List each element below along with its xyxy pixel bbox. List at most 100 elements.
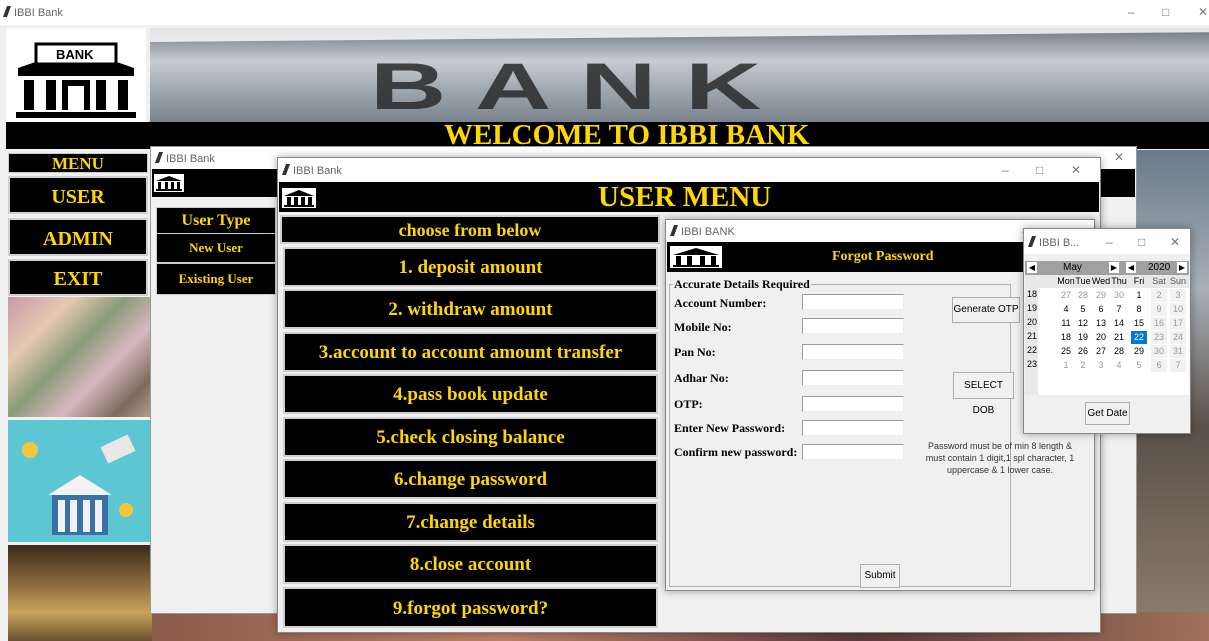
- prev-month-icon[interactable]: ◀: [1027, 262, 1037, 273]
- day-cell[interactable]: 3: [1093, 359, 1109, 372]
- day-cell[interactable]: 6: [1151, 359, 1167, 372]
- pan-label: Pan No:: [674, 345, 716, 359]
- admin-button[interactable]: ADMIN: [8, 218, 148, 256]
- bank-building-icon: [284, 190, 314, 207]
- pan-field[interactable]: [802, 344, 904, 360]
- day-cell[interactable]: 6: [1093, 303, 1109, 316]
- close-icon[interactable]: ✕: [1170, 235, 1180, 249]
- generate-otp-button[interactable]: Generate OTP: [952, 297, 1020, 323]
- day-cell[interactable]: 21: [1111, 331, 1127, 344]
- new-password-field[interactable]: [802, 420, 904, 436]
- exit-button[interactable]: EXIT: [8, 259, 148, 296]
- user-menu-header-bar: USER MENU: [279, 181, 1099, 213]
- day-cell[interactable]: 18: [1058, 331, 1074, 344]
- otp-label: OTP:: [674, 397, 703, 411]
- day-cell[interactable]: 20: [1093, 331, 1109, 344]
- day-cell[interactable]: 4: [1111, 359, 1127, 372]
- select-dob-button[interactable]: SELECT DOB: [953, 372, 1014, 416]
- close-account-button[interactable]: 8.close account: [283, 544, 658, 584]
- day-cell[interactable]: 27: [1093, 345, 1109, 358]
- day-cell[interactable]: 29: [1093, 289, 1109, 302]
- calendar-titlebar[interactable]: IBBI B... – □ ✕: [1024, 229, 1190, 254]
- account-number-field[interactable]: [802, 294, 904, 310]
- day-cell[interactable]: 25: [1058, 345, 1074, 358]
- day-cell[interactable]: 5: [1131, 359, 1147, 372]
- day-cell[interactable]: 1: [1058, 359, 1074, 372]
- small-bank-logo: [154, 174, 184, 192]
- day-cell[interactable]: 2: [1151, 289, 1167, 302]
- minimize-icon[interactable]: –: [1128, 5, 1135, 19]
- minimize-icon[interactable]: –: [1002, 163, 1009, 177]
- day-cell[interactable]: 12: [1075, 317, 1091, 330]
- day-cell[interactable]: 4: [1058, 303, 1074, 316]
- prev-year-icon[interactable]: ◀: [1126, 262, 1136, 273]
- adhar-field[interactable]: [802, 370, 904, 386]
- close-icon[interactable]: ✕: [1071, 163, 1081, 177]
- deposit-amount-button[interactable]: 1. deposit amount: [283, 247, 658, 287]
- day-cell[interactable]: 27: [1058, 289, 1074, 302]
- user-menu-window-title: IBBI Bank: [293, 165, 342, 177]
- mobile-label: Mobile No:: [674, 320, 732, 334]
- banner-text: BANK: [370, 49, 791, 122]
- day-cell[interactable]: 7: [1170, 359, 1186, 372]
- day-cell[interactable]: 29: [1131, 345, 1147, 358]
- money-image: [8, 297, 152, 417]
- day-cell[interactable]: 5: [1075, 303, 1091, 316]
- day-cell[interactable]: 24: [1170, 331, 1186, 344]
- close-icon[interactable]: ✕: [1198, 5, 1208, 19]
- day-cell[interactable]: 30: [1151, 345, 1167, 358]
- confirm-password-field[interactable]: [802, 444, 904, 460]
- maximize-icon[interactable]: □: [1138, 235, 1145, 249]
- close-icon[interactable]: ✕: [1114, 150, 1124, 164]
- check-closing-balance-button[interactable]: 5.check closing balance: [283, 417, 658, 457]
- day-cell[interactable]: 14: [1111, 317, 1127, 330]
- day-cell[interactable]: 13: [1093, 317, 1109, 330]
- day-cell[interactable]: 15: [1131, 317, 1147, 330]
- day-cell[interactable]: 28: [1111, 345, 1127, 358]
- day-cell[interactable]: 3: [1170, 289, 1186, 302]
- user-button[interactable]: USER: [8, 176, 148, 214]
- selected-day[interactable]: 22: [1131, 331, 1147, 344]
- main-window-title: IBBI Bank: [14, 7, 63, 19]
- existing-user-button[interactable]: Existing User: [156, 263, 276, 295]
- next-month-icon[interactable]: ▶: [1109, 262, 1119, 273]
- day-cell[interactable]: 9: [1151, 303, 1167, 316]
- maximize-icon[interactable]: □: [1036, 163, 1043, 177]
- new-user-button[interactable]: New User: [156, 233, 276, 263]
- bank-logo-text: BANK: [56, 47, 94, 62]
- day-cell[interactable]: 23: [1151, 331, 1167, 344]
- change-details-button[interactable]: 7.change details: [283, 502, 658, 542]
- minimize-icon[interactable]: –: [1106, 235, 1113, 249]
- otp-field[interactable]: [802, 396, 904, 412]
- next-year-icon[interactable]: ▶: [1177, 262, 1187, 273]
- withdraw-amount-button[interactable]: 2. withdraw amount: [283, 289, 658, 329]
- user-type-heading: User Type: [156, 207, 276, 234]
- day-cell[interactable]: 17: [1170, 317, 1186, 330]
- day-cell[interactable]: 16: [1151, 317, 1167, 330]
- pass-book-update-button[interactable]: 4.pass book update: [283, 374, 658, 414]
- submit-button[interactable]: Submit: [860, 564, 900, 588]
- day-cell[interactable]: 7: [1111, 303, 1127, 316]
- feather-icon: [154, 152, 164, 163]
- mobile-field[interactable]: [802, 318, 904, 334]
- change-password-button[interactable]: 6.change password: [283, 459, 658, 499]
- maximize-icon[interactable]: □: [1162, 5, 1169, 19]
- day-cell[interactable]: 8: [1131, 303, 1147, 316]
- main-titlebar[interactable]: IBBI Bank – □ ✕: [0, 0, 1209, 25]
- get-date-button[interactable]: Get Date: [1085, 402, 1130, 425]
- user-menu-titlebar[interactable]: IBBI Bank – □ ✕: [278, 158, 1100, 182]
- account-transfer-button[interactable]: 3.account to account amount transfer: [283, 332, 658, 372]
- day-cell[interactable]: 31: [1170, 345, 1186, 358]
- day-cell[interactable]: 11: [1058, 317, 1074, 330]
- bank-logo: BANK: [6, 28, 146, 122]
- day-cell[interactable]: 26: [1075, 345, 1091, 358]
- day-cell[interactable]: 19: [1075, 331, 1091, 344]
- day-cell[interactable]: 1: [1131, 289, 1147, 302]
- weekday-label: Fri: [1133, 276, 1145, 286]
- forgot-password-button[interactable]: 9.forgot password?: [283, 587, 658, 628]
- day-cell[interactable]: 2: [1075, 359, 1091, 372]
- day-cell[interactable]: 28: [1075, 289, 1091, 302]
- day-cell[interactable]: 10: [1170, 303, 1186, 316]
- day-cell[interactable]: 30: [1111, 289, 1127, 302]
- week-number: 18: [1026, 289, 1037, 299]
